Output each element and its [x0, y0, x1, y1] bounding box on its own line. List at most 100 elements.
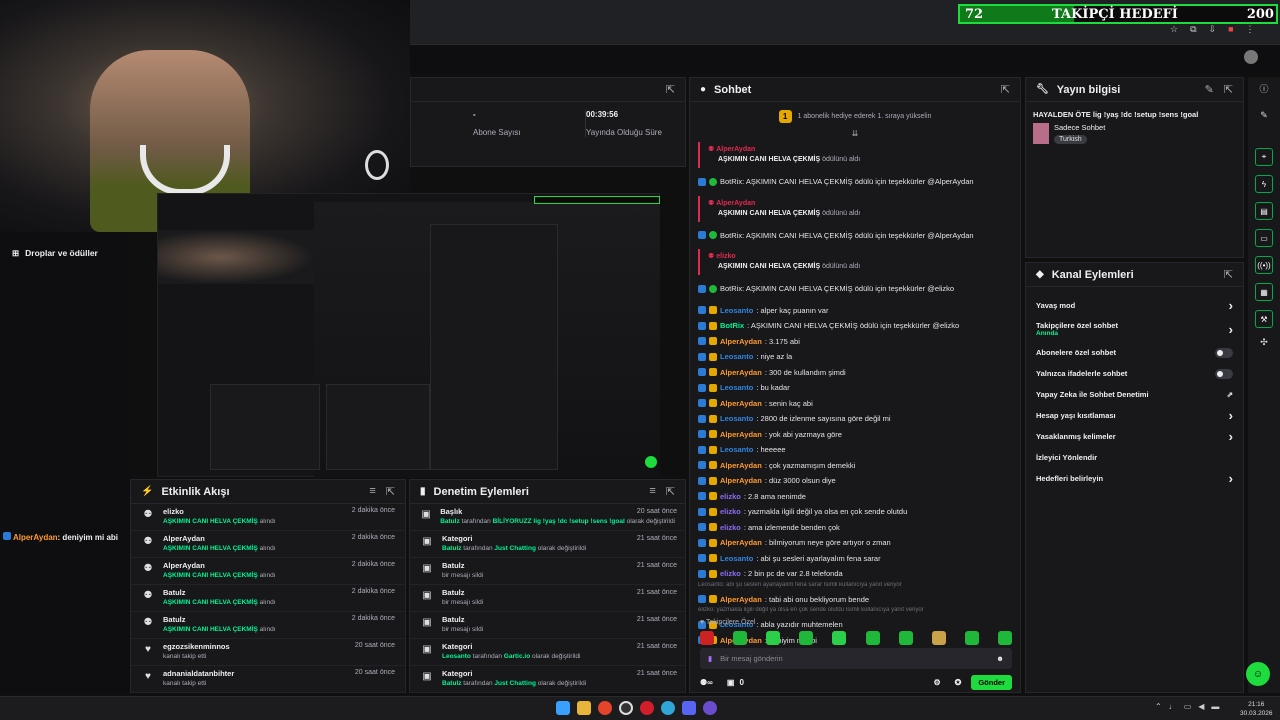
chrome-icon[interactable] [598, 701, 612, 715]
chat-message[interactable]: Leosanto: alper kaç puanın var [698, 303, 1014, 319]
chat-username[interactable]: AlperAydan [720, 430, 762, 439]
server-icon[interactable]: ▦ [1255, 283, 1273, 301]
broadcast-icon[interactable]: ((•)) [1255, 256, 1273, 274]
chat-message[interactable]: AlperAydan: bilmiyorum neye göre artıyor… [698, 535, 1014, 551]
edge-icon[interactable] [661, 701, 675, 715]
bolt-icon[interactable]: ϟ [1255, 175, 1273, 193]
chat-message[interactable]: AlperAydan: 3.175 abi [698, 334, 1014, 350]
activity-row[interactable]: ⚉ AlperAydan AŞKIMIN CANI HELVA ÇEKMİŞ alı… [131, 531, 405, 558]
obs-icon[interactable] [619, 701, 633, 715]
settings-icon[interactable]: ⚙ [933, 678, 940, 687]
channel-action-item[interactable]: Abonelere özel sohbet [1026, 342, 1243, 363]
chat-username[interactable]: AlperAydan [720, 538, 762, 547]
popout-icon[interactable]: ⇱ [666, 83, 675, 96]
extensions-icon[interactable]: ⧉ [1190, 24, 1196, 38]
popout-icon[interactable]: ⇱ [1224, 83, 1233, 96]
nav-drops[interactable]: ⊞ Droplar ve ödüller [12, 248, 98, 259]
activity-row[interactable]: ♥ egzozsikenminnos kanalı takip etti 20 saa… [131, 639, 405, 666]
channel-action-item[interactable]: Hedefleri belirleyin › [1026, 468, 1243, 489]
filter-icon[interactable]: ≡ [649, 485, 655, 498]
chat-input[interactable]: ▮ Bir mesaj gönderin ☻ [700, 648, 1012, 669]
activity-row[interactable]: ⚉ Batulz AŞKIMIN CANI HELVA ÇEKMİŞ alındı 2… [131, 585, 405, 612]
file-explorer-icon[interactable] [577, 701, 591, 715]
chat-username[interactable]: AlperAydan [720, 337, 762, 346]
chat-message[interactable]: Leosanto: niye az la [698, 349, 1014, 365]
chat-message[interactable]: elizko: yazmakla ilgili değil ya olsa en… [698, 504, 1014, 520]
chat-username[interactable]: elizko [720, 569, 741, 578]
moderation-row[interactable]: ▣ Kategori Batulz tarafından Just Chatting… [410, 666, 685, 693]
scroll-down-icon[interactable]: ⇊ [690, 130, 1020, 140]
extension-icon[interactable]: ✣ [1260, 337, 1268, 348]
channel-action-item[interactable]: Yapay Zeka ile Sohbet Denetimi ⇗ [1026, 384, 1243, 405]
gift-icon[interactable]: ▣ [727, 678, 735, 687]
emote-icon[interactable] [799, 631, 814, 645]
toggle-switch[interactable] [1215, 368, 1233, 379]
chat-username[interactable]: AlperAydan [720, 399, 762, 408]
chat-username[interactable]: AlperAydan [720, 461, 762, 470]
mic-icon[interactable]: ▮ [708, 654, 712, 663]
download-icon[interactable]: ⇩ [1209, 24, 1217, 38]
redeem-message[interactable]: ⚉ AlperAydan AŞKIMIN CANI HELVA ÇEKMİŞ öd… [698, 195, 1014, 222]
chat-username[interactable]: AlperAydan [720, 368, 762, 377]
browser-toolbar-icons[interactable]: ☆ ⧉ ⇩ ■ ⋮ [1170, 24, 1260, 38]
discord-icon[interactable] [682, 701, 696, 715]
filter-icon[interactable]: ≡ [369, 485, 375, 498]
chat-username[interactable]: elizko [720, 523, 741, 532]
points-icon[interactable]: ⚉∞ [700, 678, 713, 687]
chat-message[interactable]: elizko: 2.8 ama nenimde [698, 489, 1014, 505]
activity-row[interactable]: ⚉ elizko AŞKIMIN CANI HELVA ÇEKMİŞ alındı 2… [131, 504, 405, 531]
profile-icon[interactable]: ■ [1228, 24, 1233, 38]
floating-action-button[interactable]: ☺ [1246, 662, 1270, 686]
chat-username[interactable]: AlperAydan [720, 595, 762, 604]
chevron-up-icon[interactable]: ⌃ [1155, 702, 1162, 711]
popout-icon[interactable]: ⇱ [1001, 83, 1010, 96]
info-icon[interactable]: ⓘ [1259, 82, 1268, 110]
chat-message[interactable]: AlperAydan: tabi abi onu bekliyorum bend… [698, 592, 1014, 608]
edit-icon[interactable]: ✎ [1205, 83, 1214, 96]
channel-action-item[interactable]: İzleyici Yönlendir [1026, 447, 1243, 468]
chat-message[interactable]: AlperAydan: yok abi yazmaya göre [698, 427, 1014, 443]
chat-username[interactable]: Leosanto [720, 306, 753, 315]
emote-icon[interactable] [898, 631, 913, 645]
chat-username[interactable]: Leosanto [720, 383, 753, 392]
emote-icon[interactable] [733, 631, 748, 645]
windows-start-icon[interactable] [556, 701, 570, 715]
target-icon[interactable]: ⌖ [1255, 148, 1273, 166]
star-icon[interactable]: ☆ [1170, 24, 1178, 38]
chat-message[interactable]: elizko: 2 bin pc de var 2.8 telefonda [698, 566, 1014, 582]
bot-message[interactable]: BotRix: AŞKIMIN CANI HELVA ÇEKMİŞ ödülü … [698, 281, 1014, 297]
chat-username[interactable]: Leosanto [720, 445, 753, 454]
chat-username[interactable]: BotRix [720, 321, 744, 330]
opera-icon[interactable] [640, 701, 654, 715]
chat-message[interactable]: Leosanto: bu kadar [698, 380, 1014, 396]
battery-icon[interactable]: ▬ [1211, 702, 1219, 711]
chat-username[interactable]: elizko [720, 507, 741, 516]
channel-action-item[interactable]: Takipçilere özel sohbet Anında › [1026, 316, 1243, 342]
channel-action-item[interactable]: Yasaklanmış kelimeler › [1026, 426, 1243, 447]
moderation-row[interactable]: ▣ Batulz bir mesajı sildi 21 saat önce [410, 612, 685, 639]
channel-action-item[interactable]: Yavaş mod › [1026, 295, 1243, 316]
popout-icon[interactable]: ⇱ [386, 485, 395, 498]
gift-sub-icon[interactable]: ✪ [955, 678, 962, 687]
emote-bar[interactable] [700, 631, 1012, 645]
bot-message[interactable]: BotRix: AŞKIMIN CANI HELVA ÇEKMİŞ ödülü … [698, 174, 1014, 190]
pen-icon[interactable]: ✎ [1260, 110, 1268, 148]
emote-icon[interactable] [700, 631, 714, 645]
redeem-message[interactable]: ⚉ elizko AŞKIMIN CANI HELVA ÇEKMİŞ ödülün… [698, 249, 1014, 275]
chat-username[interactable]: elizko [720, 492, 741, 501]
moderation-row[interactable]: ▣ Batulz bir mesajı sildi 21 saat önce [410, 585, 685, 612]
emote-icon[interactable] [997, 631, 1012, 645]
channel-action-item[interactable]: Yalnızca ifadelerle sohbet [1026, 363, 1243, 384]
chat-message[interactable]: Leosanto: 2800 de izlenme sayısına göre … [698, 411, 1014, 427]
avatar[interactable] [1244, 50, 1258, 64]
bot-message[interactable]: BotRix: AŞKIMIN CANI HELVA ÇEKMİŞ ödülü … [698, 228, 1014, 244]
activity-row[interactable]: ⚉ Batulz AŞKIMIN CANI HELVA ÇEKMİŞ alındı 2… [131, 612, 405, 639]
network-icon[interactable]: ▭ [1184, 702, 1192, 711]
document-icon[interactable]: ▤ [1255, 202, 1273, 220]
chat-message[interactable]: elizko: ama izlemende benden çok [698, 520, 1014, 536]
emote-icon[interactable] [865, 631, 880, 645]
chat-message[interactable]: AlperAydan: 300 de kullandım şimdi [698, 365, 1014, 381]
emote-icon[interactable] [931, 631, 946, 645]
chat-message[interactable]: Leosanto: abi şu sesleri ayarlayalım fen… [698, 551, 1014, 567]
mic-icon[interactable]: ♩ [1169, 702, 1177, 711]
